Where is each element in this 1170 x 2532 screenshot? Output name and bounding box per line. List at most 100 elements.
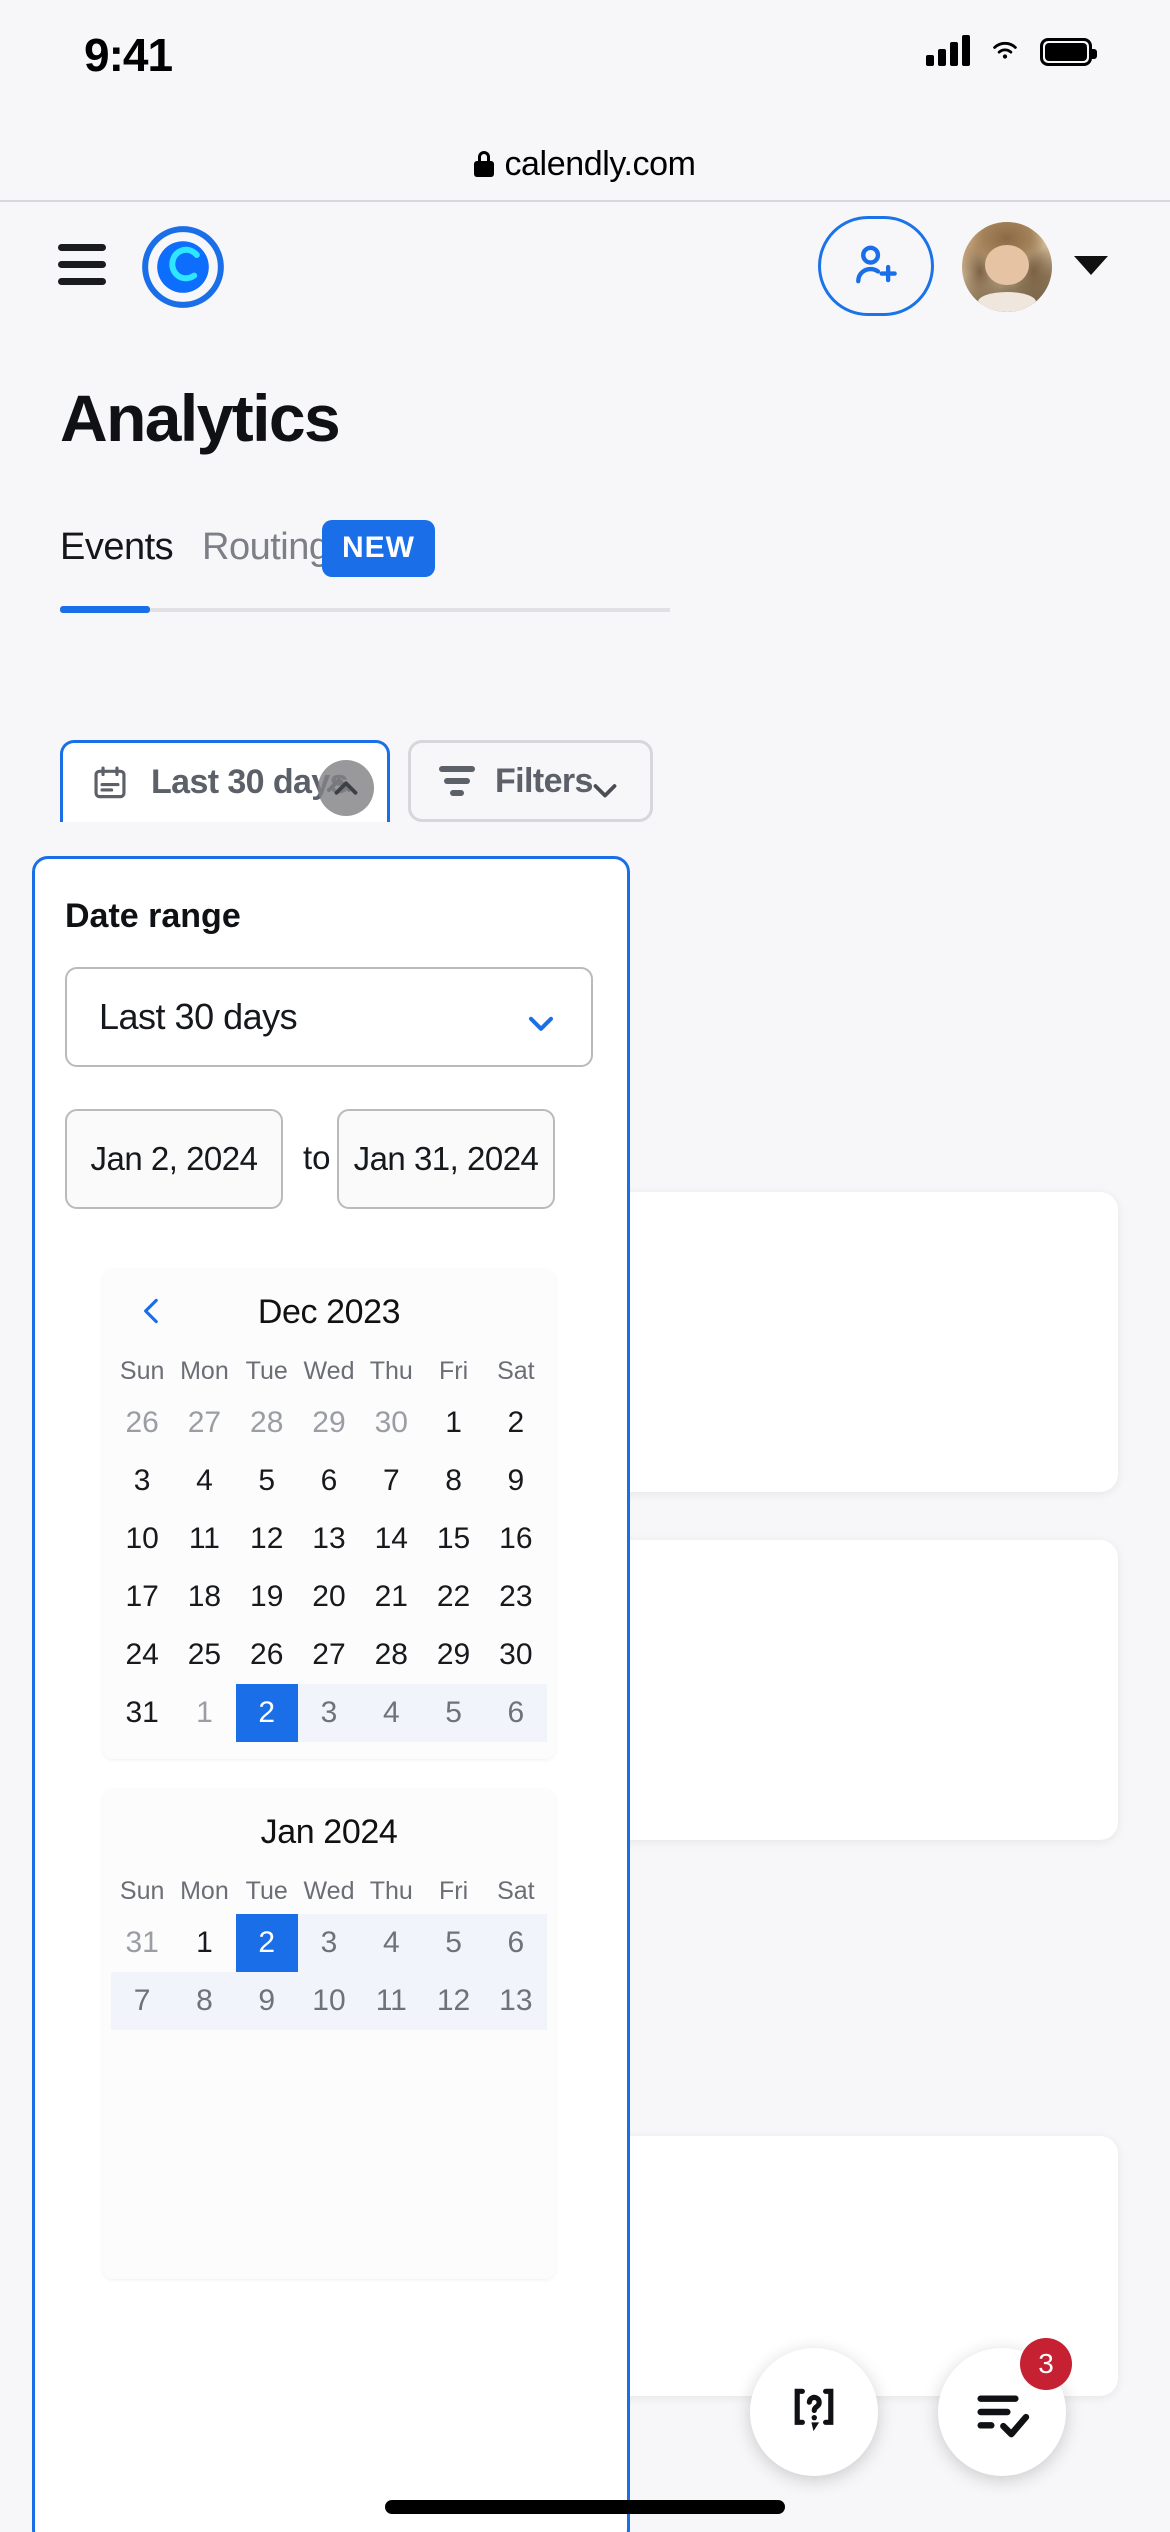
avatar[interactable] — [962, 222, 1052, 312]
calendar-day[interactable]: 6 — [484, 1914, 547, 1972]
calendar-day[interactable]: 18 — [173, 1568, 235, 1626]
calendar-header: Jan 2024 — [103, 1789, 555, 1877]
calendar-day[interactable]: 19 — [236, 1568, 298, 1626]
calendar-day[interactable]: 9 — [235, 1972, 298, 2030]
calendar-day[interactable]: 12 — [236, 1510, 298, 1568]
calendar-day[interactable]: 3 — [297, 1914, 361, 1972]
calendar-day[interactable]: 1 — [173, 1914, 235, 1972]
tab-routing[interactable]: Routing — [202, 526, 330, 569]
calendar-day[interactable]: 5 — [422, 1684, 485, 1742]
date-range-panel: Date range Last 30 days Jan 2, 2024 to J… — [32, 856, 630, 2532]
weekday-label: Wed — [303, 1877, 355, 1905]
calendar-day[interactable]: 15 — [422, 1510, 484, 1568]
calendar-day[interactable]: 5 — [422, 1914, 485, 1972]
calendar-day[interactable]: 29 — [422, 1626, 484, 1684]
calendar-day[interactable]: 8 — [422, 1452, 484, 1510]
calendar-day[interactable]: 30 — [360, 1394, 422, 1452]
calendar-day[interactable]: 22 — [422, 1568, 484, 1626]
weekday-label: Tue — [245, 1357, 288, 1385]
calendar-day[interactable]: 4 — [360, 1684, 423, 1742]
weekday-label: Thu — [369, 1877, 413, 1905]
calendar-day[interactable]: 6 — [298, 1452, 360, 1510]
start-date-value: Jan 2, 2024 — [90, 1140, 258, 1177]
calendar-day[interactable]: 30 — [485, 1626, 547, 1684]
screen-root: 9:41 calendly.com Analytics Events Routi… — [0, 0, 1170, 2532]
tab-events[interactable]: Events — [60, 526, 174, 569]
calendar-day[interactable]: 17 — [111, 1568, 173, 1626]
calendar-day[interactable]: 7 — [111, 1972, 174, 2030]
invite-user-button[interactable] — [818, 216, 934, 316]
tab-bar: Events Routing NEW — [60, 520, 670, 615]
calendar-grid: 31 1 2 3 4 5 6 7 8 9 10 11 12 13 — [103, 1906, 555, 2030]
calendar-day[interactable]: 12 — [422, 1972, 485, 2030]
calendar-weekday-row: Sun Mon Tue Wed Thu Fri Sat — [103, 1357, 555, 1386]
calendar-day[interactable]: 2 — [485, 1394, 547, 1452]
weekday-label: Fri — [438, 1357, 469, 1385]
calendar-day[interactable]: 5 — [236, 1452, 298, 1510]
calendar-day[interactable]: 9 — [485, 1452, 547, 1510]
filters-label: Filters — [495, 761, 593, 800]
date-range-select[interactable]: Last 30 days — [65, 967, 593, 1067]
calendar-day[interactable]: 20 — [298, 1568, 360, 1626]
calendar-january: Jan 2024 Sun Mon Tue Wed Thu Fri Sat 31 1… — [103, 1789, 555, 2279]
calendar-day[interactable]: 1 — [173, 1684, 235, 1742]
calendar-day[interactable]: 24 — [111, 1626, 173, 1684]
tab-divider — [60, 608, 670, 612]
calendar-day[interactable]: 28 — [360, 1626, 422, 1684]
calendar-day[interactable]: 10 — [111, 1510, 173, 1568]
calendar-day[interactable]: 3 — [297, 1684, 361, 1742]
filters-button[interactable]: Filters — [408, 740, 653, 822]
calendar-day[interactable]: 11 — [360, 1972, 423, 2030]
help-button[interactable] — [750, 2348, 878, 2476]
caret-down-icon[interactable] — [1074, 256, 1108, 275]
calendar-day[interactable]: 8 — [173, 1972, 236, 2030]
calendar-day[interactable]: 2 — [235, 1914, 298, 1972]
calendar-day[interactable]: 1 — [422, 1394, 484, 1452]
calendar-day[interactable]: 29 — [298, 1394, 360, 1452]
calendar-day[interactable]: 11 — [173, 1510, 235, 1568]
calendar-day[interactable]: 31 — [111, 1914, 173, 1972]
wifi-icon — [993, 41, 1017, 59]
status-bar-indicators — [926, 34, 1097, 66]
calendar-day[interactable]: 26 — [236, 1626, 298, 1684]
calendar-day[interactable]: 27 — [298, 1626, 360, 1684]
app-header — [0, 204, 1170, 334]
calendar-day[interactable]: 3 — [111, 1452, 173, 1510]
status-bar-time: 9:41 — [84, 29, 173, 81]
calendar-day[interactable]: 13 — [298, 1510, 360, 1568]
calendar-day[interactable]: 23 — [485, 1568, 547, 1626]
calendar-day[interactable]: 26 — [111, 1394, 173, 1452]
tasks-badge: 3 — [1020, 2338, 1072, 2390]
calendar-weekday-row: Sun Mon Tue Wed Thu Fri Sat — [103, 1877, 555, 1906]
calendar-day[interactable]: 21 — [360, 1568, 422, 1626]
calendar-day[interactable]: 4 — [360, 1914, 423, 1972]
calendar-day[interactable]: 4 — [173, 1452, 235, 1510]
tab-active-indicator — [60, 606, 150, 613]
chevron-down-icon — [529, 1016, 553, 1031]
tasks-button[interactable]: 3 — [938, 2338, 1072, 2476]
calendar-day[interactable]: 31 — [111, 1684, 173, 1742]
calendar-day[interactable]: 2 — [235, 1684, 298, 1742]
calendar-day[interactable]: 27 — [173, 1394, 235, 1452]
calendar-day[interactable]: 10 — [297, 1972, 361, 2030]
calendar-day[interactable]: 16 — [485, 1510, 547, 1568]
calendar-day[interactable]: 6 — [484, 1684, 547, 1742]
help-chat-icon — [794, 2388, 834, 2432]
calendar-day[interactable]: 13 — [484, 1972, 547, 2030]
calendar-day[interactable]: 7 — [360, 1452, 422, 1510]
filter-icon — [439, 766, 475, 796]
calendar-month-label: Dec 2023 — [257, 1293, 401, 1331]
metric-card — [558, 1192, 1118, 1492]
calendly-logo-icon[interactable] — [140, 224, 226, 310]
hamburger-menu-icon[interactable] — [58, 244, 106, 285]
browser-url-bar[interactable]: calendly.com — [0, 128, 1170, 202]
calendar-december: Dec 2023 Sun Mon Tue Wed Thu Fri Sat 26 2… — [103, 1269, 555, 1759]
calendar-day[interactable]: 25 — [173, 1626, 235, 1684]
date-range-select-value: Last 30 days — [99, 996, 298, 1037]
calendar-day[interactable]: 28 — [236, 1394, 298, 1452]
end-date-input[interactable]: Jan 31, 2024 — [337, 1109, 555, 1209]
start-date-input[interactable]: Jan 2, 2024 — [65, 1109, 283, 1209]
calendar-day[interactable]: 14 — [360, 1510, 422, 1568]
weekday-label: Fri — [438, 1877, 469, 1905]
end-date-value: Jan 31, 2024 — [353, 1140, 539, 1177]
